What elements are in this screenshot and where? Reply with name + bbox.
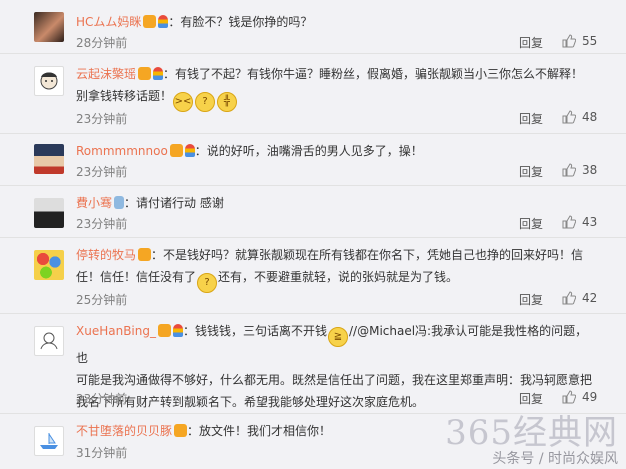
like-button[interactable]: 55 xyxy=(562,34,597,48)
comment-time: 28分钟前 xyxy=(76,36,128,50)
avatar[interactable] xyxy=(34,198,64,228)
balloon-badge-icon xyxy=(184,144,195,157)
vip-badge-icon xyxy=(138,67,152,80)
thumbs-up-icon xyxy=(562,291,577,305)
comment-item: 停转的牧马 ：不是钱好吗？就算张靓颖现在所有钱都在你名下，凭她自己也挣的回来好吗！… xyxy=(0,238,626,314)
comment-item: HCムム妈眯 ：有脸不？钱是你挣的吗？ 28分钟前 回复 55 xyxy=(0,0,626,54)
annoyed-emoji-icon: ╬ xyxy=(217,92,238,112)
laughing-emoji-icon: ≧ xyxy=(328,327,348,347)
thinking-emoji-icon: ? xyxy=(195,92,216,112)
like-count: 48 xyxy=(582,110,598,124)
comment-item: XueHanBing_ ：钱钱钱，三句话离不开钱 ≧//@Michael冯:我承认可… xyxy=(0,314,626,414)
vip-badge-icon xyxy=(169,144,183,157)
cartoon-avatar-icon xyxy=(40,72,58,90)
comment-time: 23分钟前 xyxy=(76,112,128,126)
comment-time: 31分钟前 xyxy=(76,446,128,460)
like-button[interactable]: 43 xyxy=(562,215,597,229)
thumbs-up-icon xyxy=(562,34,577,48)
thumbs-up-icon xyxy=(562,215,577,229)
username-link[interactable]: 不甘堕落的贝贝豚 xyxy=(76,424,172,438)
avatar[interactable] xyxy=(34,426,64,456)
balloon-badge-icon xyxy=(158,15,169,28)
crescent-badge-icon xyxy=(114,196,125,209)
reply-button[interactable]: 回复 xyxy=(519,215,543,232)
comment-text: ：有钱了不起？有钱你牛逼？睡粉丝，假离婚，骗张靓颖当小三你怎么不解释！ xyxy=(163,67,584,81)
comment-text: 还有，不要避重就轻，说的张妈就是为了钱。 xyxy=(218,270,459,284)
reply-button[interactable]: 回复 xyxy=(519,291,543,308)
username-link[interactable]: 云起沫檠瑶 xyxy=(76,67,136,81)
vip-badge-icon xyxy=(174,424,188,437)
comment-time: 23分钟前 xyxy=(76,392,128,406)
reply-button[interactable]: 回复 xyxy=(519,163,543,180)
reply-button[interactable]: 回复 xyxy=(519,110,543,127)
like-button[interactable]: 42 xyxy=(562,291,597,305)
comment-item: Rommmmnnoo ：说的好听，油嘴滑舌的男人见多了，操！ 23分钟前 回复 3… xyxy=(0,134,626,186)
site-watermark: 365经典网 头条号 / 时尚众娱风 xyxy=(445,415,618,467)
thumbs-up-icon xyxy=(562,163,577,177)
watermark-logo-text: 365经典网 xyxy=(445,413,618,453)
angry-emoji-icon: >< xyxy=(173,92,194,112)
reply-button[interactable]: 回复 xyxy=(519,34,543,51)
username-link[interactable]: 停转的牧马 xyxy=(76,248,136,262)
confused-emoji-icon: ? xyxy=(197,273,218,293)
comment-text: 可能是我沟通做得不够好，什么都无用。既然是信任出了问题，我在这里郑重声明：我冯轲… xyxy=(76,373,593,387)
username-link[interactable]: HCムム妈眯 xyxy=(76,15,141,29)
username-link[interactable]: Rommmmnnoo xyxy=(76,144,168,158)
comment-text: ：有脸不？钱是你挣的吗？ xyxy=(168,15,313,29)
avatar[interactable] xyxy=(34,326,64,356)
comment-text: 别拿钱转移话题！ xyxy=(76,89,173,103)
comment-text: ：请付诸行动 感谢 xyxy=(124,196,224,210)
avatar[interactable] xyxy=(34,144,64,174)
comment-item: 費小骞 ：请付诸行动 感谢 23分钟前 回复 43 xyxy=(0,186,626,238)
comment-time: 25分钟前 xyxy=(76,293,128,307)
like-count: 49 xyxy=(582,390,598,404)
comment-time: 23分钟前 xyxy=(76,165,128,179)
comment-time: 23分钟前 xyxy=(76,217,128,231)
balloon-badge-icon xyxy=(172,324,183,337)
vip-badge-icon xyxy=(143,15,157,28)
balloon-badge-icon xyxy=(153,67,164,80)
comment-item: 云起沫檠瑶 ：有钱了不起？有钱你牛逼？睡粉丝，假离婚，骗张靓颖当小三你怎么不解释！… xyxy=(0,54,626,134)
comment-text: ：放文件！我们才相信你！ xyxy=(187,424,332,438)
like-button[interactable]: 48 xyxy=(562,110,597,124)
boat-avatar-icon xyxy=(40,433,58,449)
like-count: 43 xyxy=(582,215,598,229)
avatar[interactable] xyxy=(34,12,64,42)
comment-text: ：不是钱好吗？就算张靓颖现在所有钱都在你名下，凭她自己也挣的回来好吗！信 xyxy=(151,248,584,262)
avatar[interactable] xyxy=(34,66,64,96)
comment-text: ：说的好听，油嘴滑舌的男人见多了，操！ xyxy=(194,144,423,158)
vip-badge-icon xyxy=(138,248,152,261)
like-count: 38 xyxy=(582,163,598,177)
watermark-caption: 头条号 / 时尚众娱风 xyxy=(492,451,618,467)
username-link[interactable]: 費小骞 xyxy=(76,196,112,210)
comment-text: ：钱钱钱，三句话离不开钱 xyxy=(182,324,327,338)
avatar[interactable] xyxy=(34,250,64,280)
username-link[interactable]: XueHanBing_ xyxy=(76,324,156,338)
vip-badge-icon xyxy=(157,324,171,337)
thumbs-up-icon xyxy=(562,390,577,404)
reply-button[interactable]: 回复 xyxy=(519,390,543,407)
like-count: 42 xyxy=(582,291,598,305)
sketch-avatar-icon xyxy=(40,332,58,350)
comment-text: 我名下所有财产转到靓颖名下。希望我能够处理好这次家庭危机。 xyxy=(76,395,425,409)
like-button[interactable]: 38 xyxy=(562,163,597,177)
thumbs-up-icon xyxy=(562,110,577,124)
like-count: 55 xyxy=(582,34,598,48)
comment-text: 任！信任！信任没有了 xyxy=(76,270,197,284)
like-button[interactable]: 49 xyxy=(562,390,597,404)
